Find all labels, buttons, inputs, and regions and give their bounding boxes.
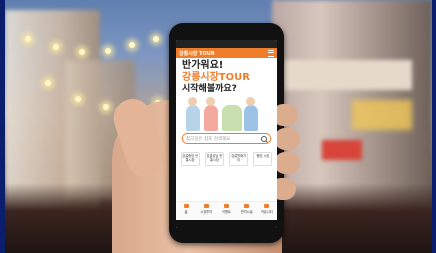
- gift-icon: [223, 204, 229, 208]
- string-light: [153, 36, 159, 42]
- facility-icon: [244, 204, 250, 208]
- nav-label: 시장투어: [200, 210, 213, 214]
- string-light: [105, 48, 111, 54]
- quick-link-button[interactable]: 강릉성남 전통시장: [204, 152, 224, 166]
- phone-screen: 강릉시장 TOUR 반가워요! 강릉시장TOUR 시작해볼까요? 찾고싶은 점포…: [176, 40, 277, 228]
- store-search-bar[interactable]: 찾고싶은 점포 검색해요: [182, 133, 271, 144]
- nav-events[interactable]: 이벤트: [218, 204, 235, 214]
- string-light: [25, 36, 31, 42]
- nav-label: 홈: [184, 210, 188, 214]
- map-icon: [203, 204, 209, 208]
- right-border: [432, 0, 436, 253]
- nav-label: 커뮤니티: [260, 210, 273, 214]
- search-placeholder: 찾고싶은 점포 검색해요: [186, 136, 231, 142]
- system-nav-bar: [176, 220, 277, 228]
- app-logo: 강릉시장 TOUR: [179, 50, 215, 57]
- nav-home[interactable]: 홈: [178, 204, 195, 214]
- string-light: [75, 96, 81, 102]
- search-icon[interactable]: [261, 135, 267, 142]
- produce-basket: [222, 105, 242, 131]
- shop-sign-red: [322, 140, 362, 160]
- bottom-nav: 홈 시장투어 이벤트 편의시설 커뮤니티: [176, 201, 277, 220]
- nav-label: 편의시설: [240, 210, 253, 214]
- shop-sign-yellow: [352, 100, 412, 130]
- nav-facilities[interactable]: 편의시설: [238, 204, 255, 214]
- home-icon: [183, 204, 189, 208]
- merchant-head: [188, 97, 197, 106]
- string-light: [53, 44, 59, 50]
- market-quick-links: 강릉중앙 전통시장 강릉성남 전통시장 강릉월화거리 중앙 시장: [176, 152, 277, 166]
- app-header: 강릉시장 TOUR: [176, 48, 277, 58]
- finger: [274, 128, 300, 150]
- quick-link-button[interactable]: 강릉중앙 전통시장: [180, 152, 200, 166]
- hero-section: 반가워요! 강릉시장TOUR 시작해볼까요?: [176, 58, 277, 131]
- merchant-figure: [204, 105, 218, 131]
- merchants-illustration: [182, 97, 271, 131]
- string-light: [103, 104, 109, 110]
- nav-community[interactable]: 커뮤니티: [258, 204, 275, 214]
- string-light: [45, 80, 51, 86]
- merchant-head: [206, 97, 215, 106]
- greeting-text: 반가워요!: [182, 60, 224, 71]
- chat-icon: [264, 204, 270, 208]
- status-bar: [176, 40, 277, 48]
- finger: [274, 152, 300, 174]
- merchant-head: [246, 97, 255, 106]
- quick-link-button[interactable]: 강릉월화거리: [229, 152, 249, 166]
- quick-link-button[interactable]: 중앙 시장: [253, 152, 273, 166]
- nav-market-tour[interactable]: 시장투어: [198, 204, 215, 214]
- shop-awning: [272, 60, 412, 90]
- hero-title: 강릉시장TOUR: [182, 72, 250, 83]
- nav-label: 이벤트: [222, 210, 231, 214]
- merchant-figure: [244, 105, 258, 131]
- menu-icon[interactable]: [268, 49, 274, 57]
- hero-question: 시작해볼까요?: [182, 84, 237, 94]
- string-light: [79, 49, 85, 55]
- string-light: [129, 42, 135, 48]
- merchant-figure: [186, 105, 200, 131]
- photo-frame: 강릉시장 TOUR 반가워요! 강릉시장TOUR 시작해볼까요? 찾고싶은 점포…: [0, 0, 436, 253]
